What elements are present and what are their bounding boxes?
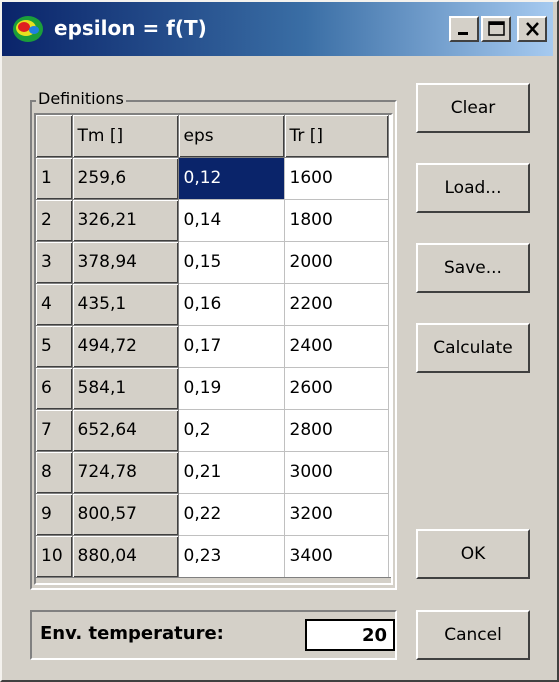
- tm-cell: 494,72: [72, 325, 179, 368]
- cancel-button[interactable]: Cancel: [416, 610, 530, 660]
- header-eps[interactable]: eps: [178, 115, 285, 158]
- row-number-cell: 9: [36, 493, 73, 536]
- table-row: 9 800,57 0,22 3200: [36, 493, 389, 536]
- close-button[interactable]: [517, 16, 547, 42]
- tr-cell[interactable]: 3200: [284, 493, 389, 536]
- tm-cell: 584,1: [72, 367, 179, 410]
- table-row: 6 584,1 0,19 2600: [36, 367, 389, 410]
- tm-cell: 800,57: [72, 493, 179, 536]
- eps-cell[interactable]: 0,22: [178, 493, 285, 536]
- save-button[interactable]: Save...: [416, 243, 530, 293]
- tm-cell: 259,6: [72, 157, 179, 200]
- row-number-cell: 5: [36, 325, 73, 368]
- tr-cell[interactable]: 1800: [284, 199, 389, 242]
- tm-cell: 326,21: [72, 199, 179, 242]
- header-corner: [36, 115, 73, 158]
- eps-cell[interactable]: 0,2: [178, 409, 285, 452]
- table-row: 10 880,04 0,23 3400: [36, 535, 389, 578]
- table-row: 1 259,6 0,12 1600: [36, 157, 389, 200]
- minimize-button[interactable]: [449, 16, 479, 42]
- tr-cell[interactable]: 2200: [284, 283, 389, 326]
- tm-cell: 880,04: [72, 535, 179, 578]
- close-icon: [526, 22, 539, 36]
- definitions-grid[interactable]: Tm [] eps Tr [] 1 259,6 0,12 1600 2 326,21 0,1…: [34, 113, 393, 585]
- tr-cell[interactable]: 3000: [284, 451, 389, 494]
- maximize-button[interactable]: [481, 16, 511, 42]
- eps-cell[interactable]: 0,16: [178, 283, 285, 326]
- row-number-cell: 7: [36, 409, 73, 452]
- eps-cell[interactable]: 0,12: [178, 157, 285, 200]
- eps-cell[interactable]: 0,21: [178, 451, 285, 494]
- clear-button[interactable]: Clear: [416, 83, 530, 133]
- table-row: 5 494,72 0,17 2400: [36, 325, 389, 368]
- row-number-cell: 6: [36, 367, 73, 410]
- minimize-icon: [458, 32, 468, 35]
- env-temperature-input[interactable]: [305, 619, 395, 651]
- table-row: 4 435,1 0,16 2200: [36, 283, 389, 326]
- grid-table: Tm [] eps Tr [] 1 259,6 0,12 1600 2 326,21 0,1…: [36, 115, 389, 578]
- table-row: 7 652,64 0,2 2800: [36, 409, 389, 452]
- title-bar[interactable]: epsilon = f(T): [2, 2, 553, 56]
- tm-cell: 378,94: [72, 241, 179, 284]
- row-number-cell: 8: [36, 451, 73, 494]
- eps-cell[interactable]: 0,19: [178, 367, 285, 410]
- calculate-button[interactable]: Calculate: [416, 323, 530, 373]
- eps-cell[interactable]: 0,15: [178, 241, 285, 284]
- tr-cell[interactable]: 1600: [284, 157, 389, 200]
- row-number-cell: 10: [36, 535, 73, 578]
- tm-cell: 724,78: [72, 451, 179, 494]
- row-number-cell: 4: [36, 283, 73, 326]
- table-row: 3 378,94 0,15 2000: [36, 241, 389, 284]
- grid-bottom-strip: [36, 577, 391, 583]
- tr-cell[interactable]: 2400: [284, 325, 389, 368]
- ok-button[interactable]: OK: [416, 529, 530, 579]
- header-tr[interactable]: Tr []: [284, 115, 389, 158]
- tr-cell[interactable]: 2800: [284, 409, 389, 452]
- tm-cell: 652,64: [72, 409, 179, 452]
- tr-cell[interactable]: 2000: [284, 241, 389, 284]
- row-number-cell: 1: [36, 157, 73, 200]
- maximize-icon: [488, 21, 505, 36]
- header-tm[interactable]: Tm []: [72, 115, 179, 158]
- env-temperature-label: Env. temperature:: [40, 623, 224, 644]
- tr-cell[interactable]: 3400: [284, 535, 389, 578]
- tr-cell[interactable]: 2600: [284, 367, 389, 410]
- row-number-cell: 3: [36, 241, 73, 284]
- definitions-label: Definitions: [36, 89, 126, 108]
- row-number-cell: 2: [36, 199, 73, 242]
- eps-cell[interactable]: 0,14: [178, 199, 285, 242]
- table-row: 8 724,78 0,21 3000: [36, 451, 389, 494]
- window-title: epsilon = f(T): [54, 16, 207, 40]
- grid-header-row: Tm [] eps Tr []: [36, 115, 389, 158]
- table-row: 2 326,21 0,14 1800: [36, 199, 389, 242]
- tm-cell: 435,1: [72, 283, 179, 326]
- eps-cell[interactable]: 0,23: [178, 535, 285, 578]
- app-icon: [12, 14, 46, 44]
- eps-cell[interactable]: 0,17: [178, 325, 285, 368]
- load-button[interactable]: Load...: [416, 163, 530, 213]
